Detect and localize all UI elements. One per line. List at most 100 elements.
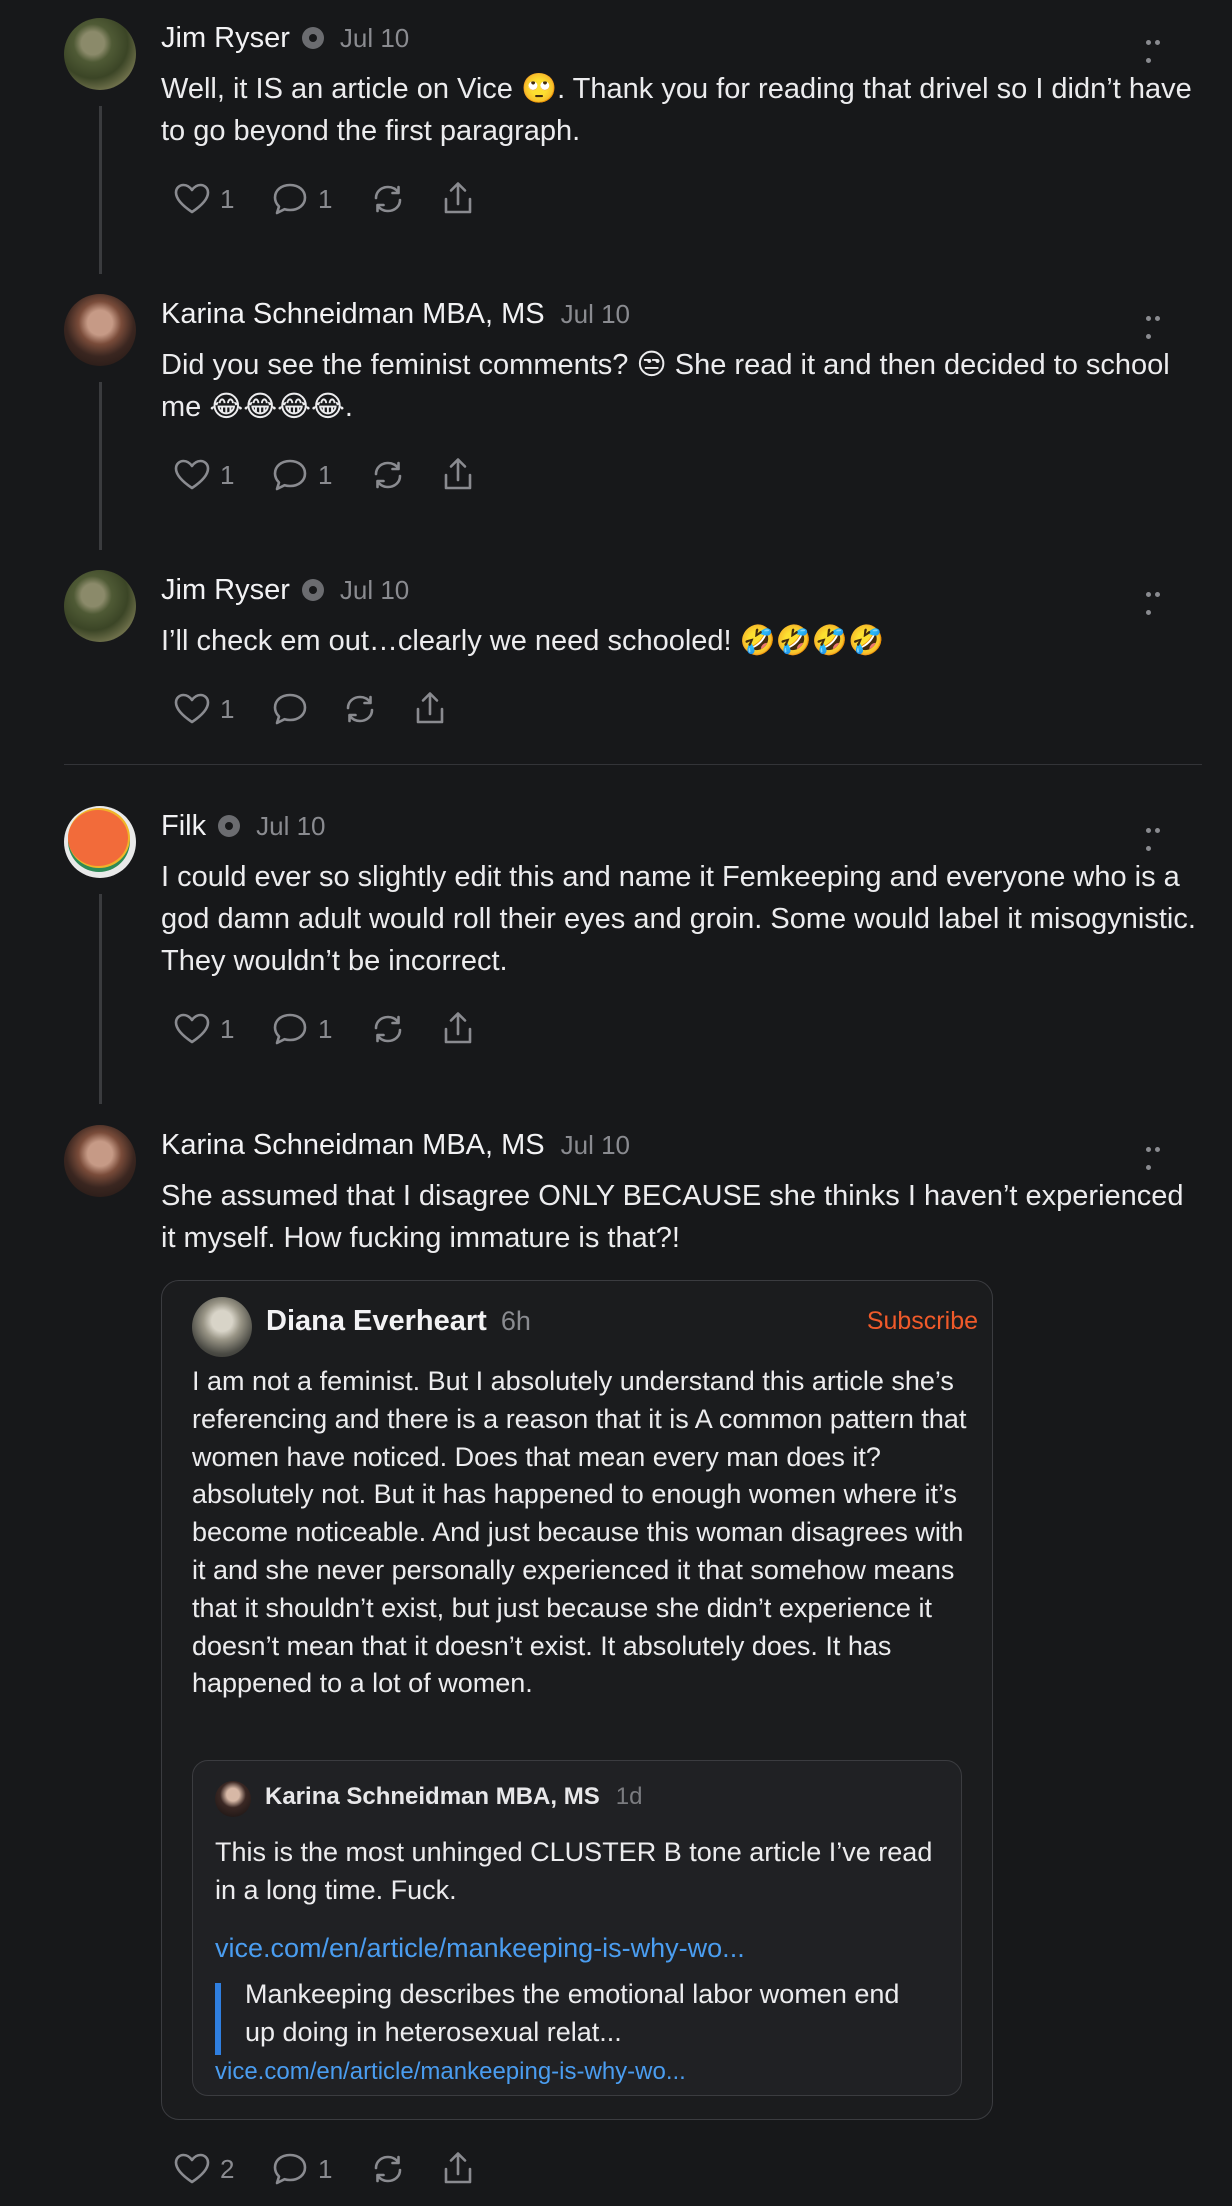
reply-count: 1 — [318, 1013, 333, 1044]
like-count: 1 — [220, 693, 235, 724]
author-name[interactable]: Jim Ryser — [161, 22, 290, 55]
thread-line — [99, 382, 102, 550]
share-button[interactable] — [410, 689, 450, 729]
like-button[interactable]: 1 — [172, 1009, 240, 1049]
repost-button[interactable] — [340, 689, 380, 729]
subscribe-button[interactable]: Subscribe — [867, 1307, 978, 1336]
post-header: Filk Jul 10 — [161, 806, 326, 846]
avatar[interactable] — [64, 1125, 136, 1197]
avatar[interactable] — [215, 1781, 251, 1817]
author-name[interactable]: Jim Ryser — [161, 574, 290, 607]
link-preview-text: Mankeeping describes the emotional labor… — [245, 1979, 900, 2047]
reply-button[interactable]: 1 — [270, 1009, 338, 1049]
link-preview-url[interactable]: vice.com/en/article/mankeeping-is-why-wo… — [215, 2058, 686, 2086]
reply-count: 1 — [318, 459, 333, 490]
heart-icon — [172, 179, 212, 219]
heart-icon — [172, 689, 212, 729]
like-button[interactable]: 1 — [172, 689, 240, 729]
author-name[interactable]: Karina Schneidman MBA, MS — [265, 1783, 600, 1811]
quoted-post-header: Diana Everheart 6h — [266, 1305, 531, 1338]
avatar[interactable] — [64, 570, 136, 642]
reply-count: 1 — [318, 183, 333, 214]
post-actions: 1 1 — [172, 1009, 508, 1049]
like-button[interactable]: 1 — [172, 455, 240, 495]
author-name[interactable]: Filk — [161, 810, 206, 843]
quoted-post-text: I am not a feminist. But I absolutely un… — [192, 1366, 967, 1699]
author-name[interactable]: Karina Schneidman MBA, MS — [161, 1129, 545, 1162]
post-text: Did you see the feminist comments? 😒 She… — [161, 349, 1170, 423]
post-date[interactable]: Jul 10 — [340, 575, 409, 606]
share-button[interactable] — [438, 2149, 478, 2189]
post-date[interactable]: Jul 10 — [256, 811, 325, 842]
reply-button[interactable] — [270, 689, 310, 729]
repost-button[interactable] — [368, 455, 408, 495]
post-header: Karina Schneidman MBA, MS Jul 10 — [161, 294, 630, 334]
post-text: I could ever so slightly edit this and n… — [161, 861, 1196, 977]
verified-badge-icon — [301, 579, 324, 601]
comment-icon — [270, 689, 310, 729]
nested-quoted-post[interactable]: Karina Schneidman MBA, MS 1d This is the… — [192, 1760, 962, 2096]
post-actions: 1 1 — [172, 455, 508, 495]
repost-icon — [368, 455, 408, 495]
repost-button[interactable] — [368, 179, 408, 219]
like-count: 2 — [220, 2153, 235, 2184]
avatar[interactable] — [64, 806, 136, 878]
repost-button[interactable] — [368, 2149, 408, 2189]
post-date[interactable]: Jul 10 — [561, 299, 630, 330]
reply-button[interactable]: 1 — [270, 179, 338, 219]
share-icon — [438, 179, 478, 219]
post-text: She assumed that I disagree ONLY BECAUSE… — [161, 1180, 1184, 1254]
thread-line — [99, 106, 102, 274]
article-link[interactable]: vice.com/en/article/mankeeping-is-why-wo… — [215, 1933, 745, 1964]
repost-icon — [340, 689, 380, 729]
link-preview-bar — [215, 1983, 221, 2055]
nested-post-text: This is the most unhinged CLUSTER B tone… — [215, 1837, 933, 1905]
reply-button[interactable]: 1 — [270, 455, 338, 495]
quoted-post[interactable]: Diana Everheart 6h Subscribe I am not a … — [161, 1280, 993, 2120]
like-count: 1 — [220, 1013, 235, 1044]
more-icon[interactable] — [1146, 32, 1172, 63]
reply-button[interactable]: 1 — [270, 2149, 338, 2189]
like-button[interactable]: 1 — [172, 179, 240, 219]
heart-icon — [172, 455, 212, 495]
more-icon[interactable] — [1146, 1139, 1172, 1170]
post-header: Karina Schneidman MBA, MS Jul 10 — [161, 1125, 630, 1165]
like-count: 1 — [220, 459, 235, 490]
comment-icon — [270, 179, 310, 219]
repost-icon — [368, 2149, 408, 2189]
post-actions: 1 — [172, 689, 480, 729]
post-header: Jim Ryser Jul 10 — [161, 570, 409, 610]
reply-count: 1 — [318, 2153, 333, 2184]
avatar[interactable] — [64, 294, 136, 366]
share-button[interactable] — [438, 1009, 478, 1049]
more-icon[interactable] — [1146, 820, 1172, 851]
comment-icon — [270, 455, 310, 495]
post-date[interactable]: Jul 10 — [561, 1130, 630, 1161]
share-button[interactable] — [438, 455, 478, 495]
comment-icon — [270, 1009, 310, 1049]
share-icon — [438, 1009, 478, 1049]
author-name[interactable]: Diana Everheart — [266, 1305, 487, 1338]
post-date[interactable]: Jul 10 — [340, 23, 409, 54]
like-count: 1 — [220, 183, 235, 214]
repost-button[interactable] — [368, 1009, 408, 1049]
thread-divider — [64, 764, 1202, 765]
heart-icon — [172, 1009, 212, 1049]
share-button[interactable] — [438, 179, 478, 219]
comment-icon — [270, 2149, 310, 2189]
repost-icon — [368, 179, 408, 219]
avatar[interactable] — [64, 18, 136, 90]
post-date: 1d — [615, 1783, 643, 1810]
nested-post-header: Karina Schneidman MBA, MS 1d — [265, 1783, 642, 1811]
more-icon[interactable] — [1146, 308, 1172, 339]
share-icon — [438, 455, 478, 495]
author-name[interactable]: Karina Schneidman MBA, MS — [161, 298, 545, 331]
share-icon — [410, 689, 450, 729]
heart-icon — [172, 2149, 212, 2189]
post-text: I’ll check em out…clearly we need school… — [161, 625, 885, 657]
thread-line — [99, 894, 102, 1104]
verified-badge-icon — [301, 27, 324, 49]
like-button[interactable]: 2 — [172, 2149, 240, 2189]
more-icon[interactable] — [1146, 584, 1172, 615]
avatar[interactable] — [192, 1297, 252, 1357]
